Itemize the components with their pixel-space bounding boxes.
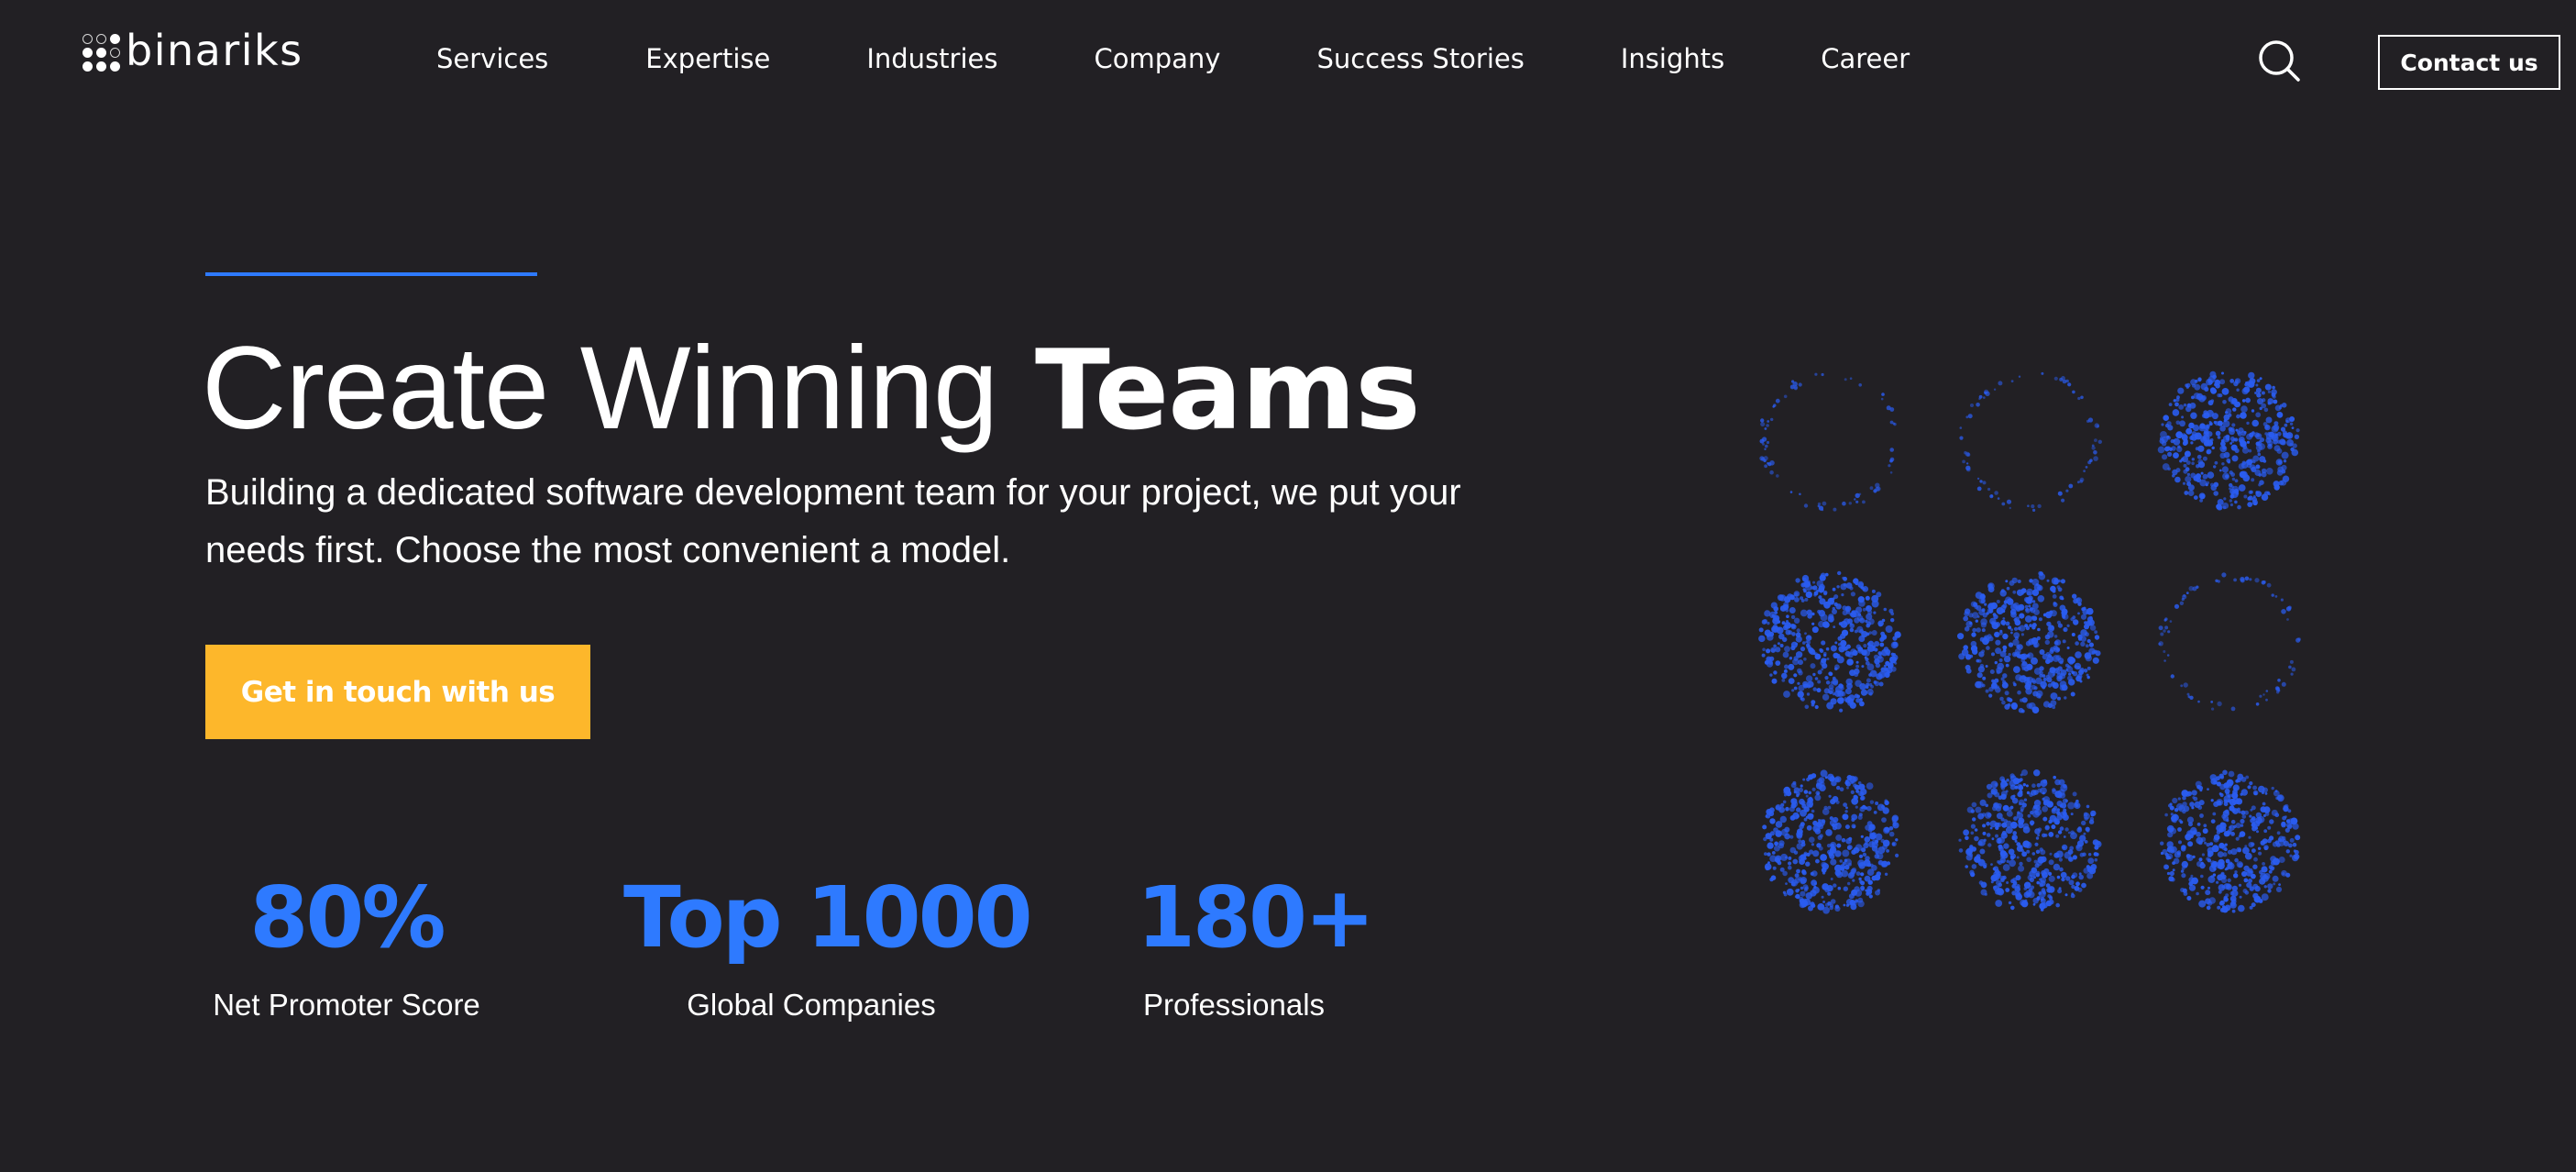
logo-dot (83, 61, 93, 72)
nav-item-career[interactable]: Career (1821, 43, 1910, 74)
accent-line (205, 272, 537, 276)
stat-value: Top 1000 (623, 868, 1033, 967)
logo-dot (110, 33, 120, 44)
stat-value: 180+ (1137, 868, 1375, 967)
search-icon (2259, 40, 2300, 82)
particle-ring (1959, 371, 2102, 512)
particle-disk (1758, 570, 1901, 713)
stat-value: 80% (249, 868, 446, 967)
stat-label: Global Companies (687, 988, 936, 1022)
nav-item-expertise[interactable]: Expertise (645, 43, 770, 74)
logo-dot (96, 61, 106, 72)
page-title: Create Winning Teams (202, 330, 1421, 448)
particle-disk (1762, 769, 1899, 914)
nav-item-industries[interactable]: Industries (866, 43, 997, 74)
nav-item-insights[interactable]: Insights (1621, 43, 1724, 74)
nav-item-success-stories[interactable]: Success Stories (1316, 43, 1524, 74)
logo-dot (83, 47, 93, 58)
stat-global-companies: Top 1000 Global Companies (623, 868, 1033, 1023)
title-light: Create Winning (202, 323, 998, 454)
nav-item-services[interactable]: Services (436, 43, 548, 74)
logo-dot (96, 33, 106, 44)
search-button[interactable] (2257, 39, 2303, 84)
contact-us-button[interactable]: Contact us (2378, 35, 2560, 90)
particle-ring (2158, 572, 2301, 712)
logo-dot (96, 47, 106, 58)
particle-disk (2157, 370, 2300, 511)
hero-subtitle: Building a dedicated software developmen… (205, 472, 1461, 570)
logo-text: binariks (126, 26, 303, 75)
logo-dot (110, 47, 120, 58)
particle-disk (2160, 769, 2301, 913)
stat-net-promoter: 80% Net Promoter Score (205, 876, 488, 1023)
logo-dot (110, 61, 120, 72)
particle-ring (1759, 372, 1897, 512)
stat-label: Net Promoter Score (213, 988, 480, 1022)
site-header: binariks Services Expertise Industries C… (0, 0, 2576, 123)
logo-dots-icon (83, 33, 120, 72)
main-nav: Services Expertise Industries Company Su… (436, 43, 2006, 74)
particle-disk (1958, 769, 2102, 912)
logo[interactable]: binariks (83, 29, 303, 72)
particle-grid-svg (1758, 370, 2301, 914)
logo-dot (83, 33, 93, 44)
stat-label: Professionals (1142, 988, 1326, 1022)
particle-disk (1957, 570, 2101, 713)
particle-grid-graphic (1742, 358, 2328, 926)
get-in-touch-button[interactable]: Get in touch with us (205, 645, 590, 739)
title-bold: Teams (1034, 327, 1421, 455)
stat-professionals: 180+ Professionals (1137, 868, 1375, 1023)
nav-item-company[interactable]: Company (1094, 43, 1220, 74)
